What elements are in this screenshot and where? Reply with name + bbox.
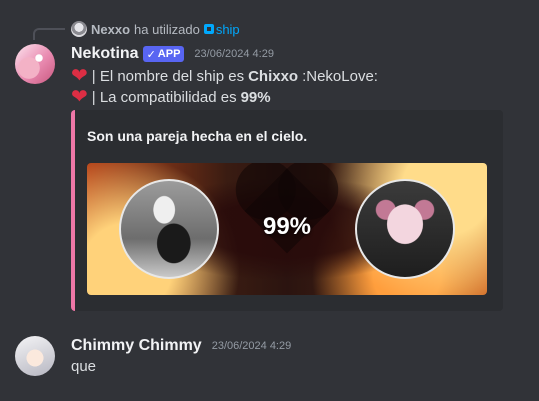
- app-badge-label: APP: [157, 48, 181, 60]
- compatibility-value: 99%: [240, 88, 271, 106]
- username[interactable]: Nekotina: [71, 45, 139, 63]
- line1-prefix: | El nombre del ship es: [91, 67, 245, 85]
- command-name[interactable]: ship: [216, 22, 240, 37]
- reply-connector: [33, 28, 65, 40]
- timestamp[interactable]: 23/06/2024 4:29: [212, 340, 292, 352]
- heart-icon: ❤: [71, 86, 88, 108]
- username[interactable]: Chimmy Chimmy: [71, 337, 202, 355]
- reply-avatar-icon[interactable]: [71, 21, 87, 37]
- app-badge: ✓ APP: [142, 46, 185, 62]
- message-header: Nekotina ✓ APP 23/06/2024 4:29: [71, 44, 274, 64]
- message-line-compatibility: ❤ | La compatibilidad es 99%: [71, 86, 271, 108]
- timestamp[interactable]: 23/06/2024 4:29: [194, 48, 274, 60]
- avatar[interactable]: [15, 44, 55, 84]
- reply-action-text: ha utilizado: [134, 21, 200, 37]
- line2-prefix: | La compatibilidad es: [91, 88, 237, 106]
- slash-command-icon: [203, 24, 214, 34]
- message-header: Chimmy Chimmy 23/06/2024 4:29: [71, 336, 291, 356]
- embed-card: Son una pareja hecha en el cielo. 99%: [71, 110, 503, 311]
- avatar[interactable]: [15, 336, 55, 376]
- reply-username[interactable]: Nexxo: [91, 22, 130, 37]
- embed-description: Son una pareja hecha en el cielo.: [87, 128, 308, 144]
- message-content: que: [71, 358, 97, 375]
- ship-name: Chixxo: [248, 67, 299, 85]
- command-link[interactable]: ship: [203, 22, 240, 37]
- line1-suffix: :NekoLove:: [302, 67, 378, 85]
- checkmark-icon: ✓: [146, 48, 156, 61]
- embed-image[interactable]: 99%: [87, 163, 487, 295]
- message-line-ship-name: ❤ | El nombre del ship es Chixxo :NekoLo…: [71, 65, 378, 87]
- reply-context[interactable]: Nexxo ha utilizado ship: [71, 20, 240, 38]
- heart-icon: ❤: [71, 65, 88, 87]
- compatibility-percent: 99%: [262, 213, 312, 240]
